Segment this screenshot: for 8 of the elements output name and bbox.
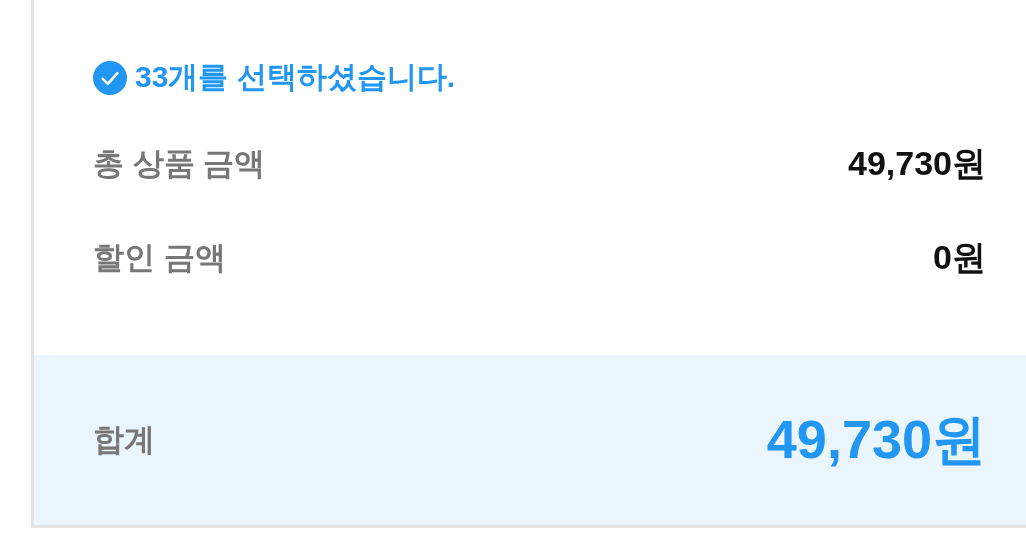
check-icon[interactable] — [93, 60, 127, 95]
amount-label: 할인 금액 — [93, 239, 226, 277]
total-value: 49,730원 — [766, 407, 986, 471]
selection-count-text: 33개를 선택하셨습니다. — [135, 59, 456, 95]
amount-label: 총 상품 금액 — [93, 145, 266, 183]
total-label: 합계 — [93, 421, 155, 459]
amount-value: 0원 — [933, 237, 986, 278]
amount-value: 49,730원 — [848, 143, 986, 184]
